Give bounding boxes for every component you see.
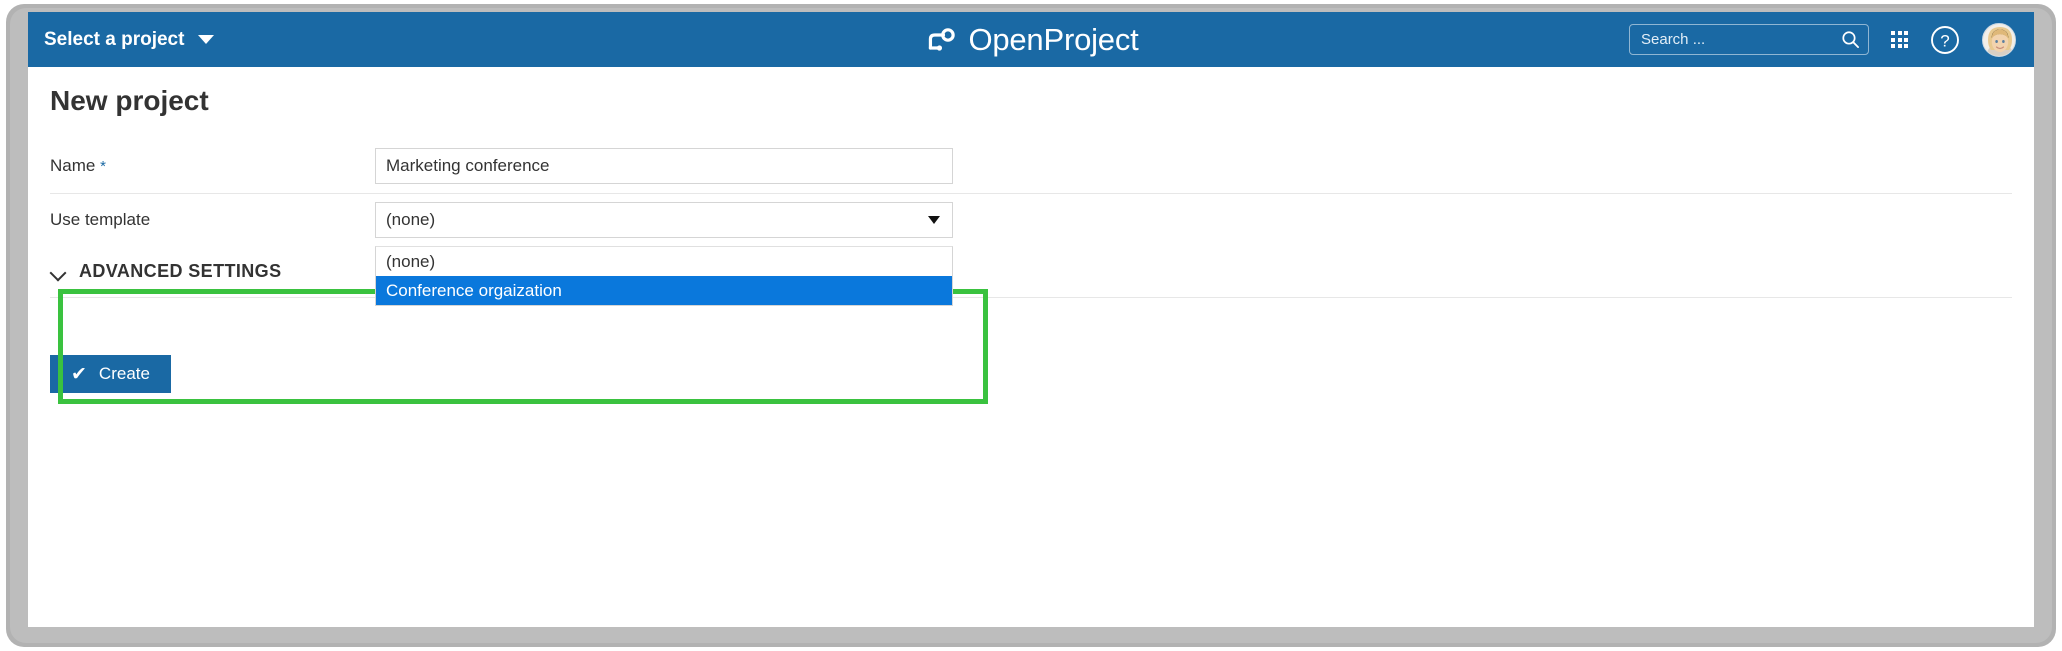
form-row-name: Name * [50, 139, 2012, 194]
user-avatar[interactable] [1982, 22, 2016, 57]
check-icon: ✔ [71, 363, 87, 385]
grid-dot [1904, 44, 1908, 48]
use-template-dropdown-list[interactable]: (none) Conference orgaization [375, 246, 953, 306]
search-input[interactable] [1641, 31, 1841, 48]
grid-dot [1897, 44, 1902, 48]
project-selector-button[interactable]: Select a project [44, 28, 215, 51]
field-label-name-text: Name [50, 156, 96, 175]
chevron-down-icon [928, 216, 940, 224]
new-project-form: Name * Use template (none) (none) Confer… [50, 139, 2012, 306]
global-search[interactable] [1629, 24, 1869, 55]
use-template-selected-value: (none) [386, 210, 436, 229]
browser-viewport: Select a project OpenProject Search ... … [28, 12, 2034, 627]
openproject-mark-icon [928, 27, 955, 51]
name-input[interactable] [375, 148, 953, 184]
project-selector-label: Select a project [44, 28, 185, 50]
page-title: New project [50, 85, 209, 116]
form-row-use-template: Use template (none) (none) Conference or… [50, 194, 2012, 306]
brand-name: OpenProject [968, 21, 1139, 57]
search-icon[interactable] [1841, 30, 1860, 49]
form-row-advanced-settings: ADVANCED SETTINGS [50, 246, 2012, 298]
help-question-glyph: ? [1940, 31, 1949, 50]
dropdown-option-none[interactable]: (none) [376, 247, 952, 276]
grid-dot [1891, 37, 1895, 42]
grid-dot [1897, 37, 1902, 42]
main-content: New project Name * Use template (none) [28, 67, 2034, 627]
grid-dot [1904, 31, 1908, 35]
header-actions: ? [1629, 12, 2016, 67]
grid-dot [1891, 31, 1895, 35]
openproject-logo[interactable]: OpenProject [923, 21, 1139, 58]
green-annotation-box [58, 289, 988, 404]
field-label-name: Name * [50, 156, 375, 176]
grid-dot [1904, 37, 1908, 42]
grid-dot [1897, 31, 1902, 35]
chevron-down-icon [50, 264, 66, 280]
top-header-bar: Select a project OpenProject Search ... … [28, 12, 2034, 67]
openproject-mark-dot [936, 44, 943, 51]
grid-dot [1891, 44, 1895, 48]
field-label-use-template: Use template [50, 210, 151, 229]
create-button-label: Create [98, 364, 150, 383]
chevron-down-icon [198, 35, 215, 44]
grid-apps-icon[interactable] [1891, 31, 1908, 48]
required-marker: * [100, 158, 106, 175]
help-circle-icon[interactable]: ? [1930, 25, 1960, 55]
advanced-settings-label: ADVANCED SETTINGS [79, 261, 282, 281]
advanced-settings-toggle[interactable]: ADVANCED SETTINGS [50, 261, 281, 282]
use-template-select[interactable]: (none) [375, 202, 953, 238]
dropdown-option-conference-orgaization[interactable]: Conference orgaization [376, 276, 952, 305]
avatar-photo [1983, 23, 2015, 56]
create-button[interactable]: ✔ Create [50, 355, 171, 393]
screenshot-root: Select a project OpenProject Search ... … [0, 0, 2062, 651]
